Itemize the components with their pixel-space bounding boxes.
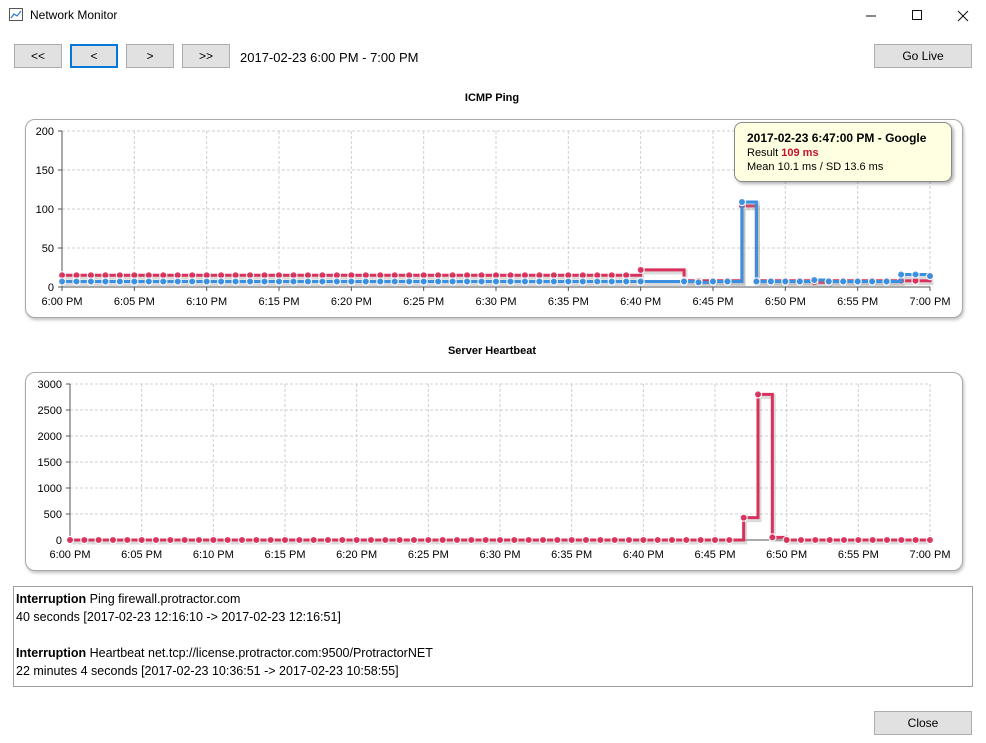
data-point: [696, 535, 705, 545]
data-point: [137, 535, 146, 545]
data-point: [854, 535, 863, 545]
log-kind: Interruption: [16, 592, 87, 606]
data-point: [553, 535, 562, 545]
log-detail: 22 minutes 4 seconds [2017-02-23 10:36:5…: [16, 664, 399, 678]
x-tick-label: 7:00 PM: [910, 549, 951, 561]
data-point: [424, 535, 433, 545]
x-tick-label: 6:50 PM: [766, 549, 807, 561]
data-point: [811, 535, 820, 545]
data-point: [610, 535, 619, 545]
data-point: [653, 535, 662, 545]
x-tick-label: 6:25 PM: [408, 549, 449, 561]
tooltip-title: 2017-02-23 6:47:00 PM - Google: [747, 131, 927, 145]
data-point: [495, 535, 505, 545]
data-point: [753, 390, 763, 399]
data-point: [868, 535, 877, 545]
data-point: [510, 535, 519, 545]
tooltip-result-value: 109 ms: [781, 147, 819, 159]
data-point: [739, 513, 748, 522]
x-tick-label: 6:40 PM: [623, 549, 664, 561]
y-tick-label: 2500: [38, 405, 62, 417]
data-point: [925, 535, 935, 545]
data-point: [180, 535, 189, 545]
log-detail: 40 seconds [2017-02-23 12:16:10 -> 2017-…: [16, 610, 341, 624]
y-tick-label: 500: [44, 509, 62, 521]
data-point: [151, 535, 161, 545]
data-point: [639, 535, 648, 545]
data-point: [581, 535, 591, 545]
data-point: [94, 535, 103, 545]
data-point: [782, 535, 791, 545]
y-tick-label: 1000: [38, 483, 62, 495]
data-point: [280, 535, 290, 545]
interruption-log[interactable]: Interruption Ping firewall.protractor.co…: [13, 586, 973, 687]
data-point: [897, 535, 906, 545]
data-point: [295, 535, 304, 545]
close-button[interactable]: Close: [874, 711, 972, 735]
x-tick-label: 6:05 PM: [121, 549, 162, 561]
data-point: [252, 535, 261, 545]
data-point: [481, 535, 490, 545]
x-tick-label: 6:35 PM: [551, 549, 592, 561]
data-point: [882, 535, 892, 545]
data-point: [538, 535, 548, 545]
data-point: [409, 535, 419, 545]
data-point: [80, 535, 89, 545]
data-point: [438, 535, 447, 545]
data-point: [596, 535, 605, 545]
data-point: [237, 535, 247, 545]
x-tick-label: 6:30 PM: [480, 549, 521, 561]
data-point: [467, 535, 476, 545]
y-tick-label: 3000: [38, 379, 62, 391]
x-tick-label: 6:10 PM: [193, 549, 234, 561]
y-tick-label: 1500: [38, 457, 62, 469]
data-point: [825, 535, 834, 545]
y-tick-label: 0: [56, 535, 62, 547]
data-point: [452, 535, 462, 545]
data-point: [338, 535, 347, 545]
data-point: [266, 535, 275, 545]
data-point: [366, 535, 376, 545]
data-point: [911, 535, 920, 545]
series-line-shadow: [71, 393, 931, 545]
data-point: [839, 535, 849, 545]
data-point: [65, 535, 75, 545]
y-tick-label: 2000: [38, 431, 62, 443]
data-point: [524, 535, 533, 545]
log-entry: Interruption Heartbeat net.tcp://license…: [16, 644, 970, 662]
log-target: Ping firewall.protractor.com: [89, 592, 241, 606]
data-point: [352, 535, 361, 545]
x-tick-label: 6:20 PM: [336, 549, 377, 561]
data-point: [209, 535, 218, 545]
data-point: [323, 535, 333, 545]
data-point: [624, 535, 634, 545]
data-point: [166, 535, 175, 545]
data-point: [309, 535, 318, 545]
data-point: [123, 535, 132, 545]
data-point: [381, 535, 390, 545]
data-point: [710, 535, 720, 545]
log-target: Heartbeat net.tcp://license.protractor.c…: [89, 646, 433, 660]
tooltip-result: Result 109 ms: [747, 147, 939, 159]
data-point: [682, 535, 691, 545]
tooltip-stats: Mean 10.1 ms / SD 13.6 ms: [747, 161, 884, 173]
x-tick-label: 6:55 PM: [838, 549, 879, 561]
data-point-tooltip: 2017-02-23 6:47:00 PM - Google Result 10…: [734, 122, 952, 182]
data-point: [768, 533, 777, 542]
data-point: [223, 535, 232, 545]
data-point: [108, 535, 118, 545]
data-point: [725, 535, 734, 545]
x-tick-label: 6:15 PM: [265, 549, 306, 561]
log-kind: Interruption: [16, 646, 87, 660]
x-tick-label: 6:00 PM: [50, 549, 91, 561]
log-entry: Interruption Ping firewall.protractor.co…: [16, 590, 970, 608]
data-point: [194, 535, 204, 545]
data-point: [796, 535, 806, 545]
data-point: [667, 535, 677, 545]
data-point: [395, 535, 404, 545]
x-tick-label: 6:45 PM: [695, 549, 736, 561]
data-point: [567, 535, 576, 545]
tooltip-result-label: Result: [747, 147, 779, 159]
